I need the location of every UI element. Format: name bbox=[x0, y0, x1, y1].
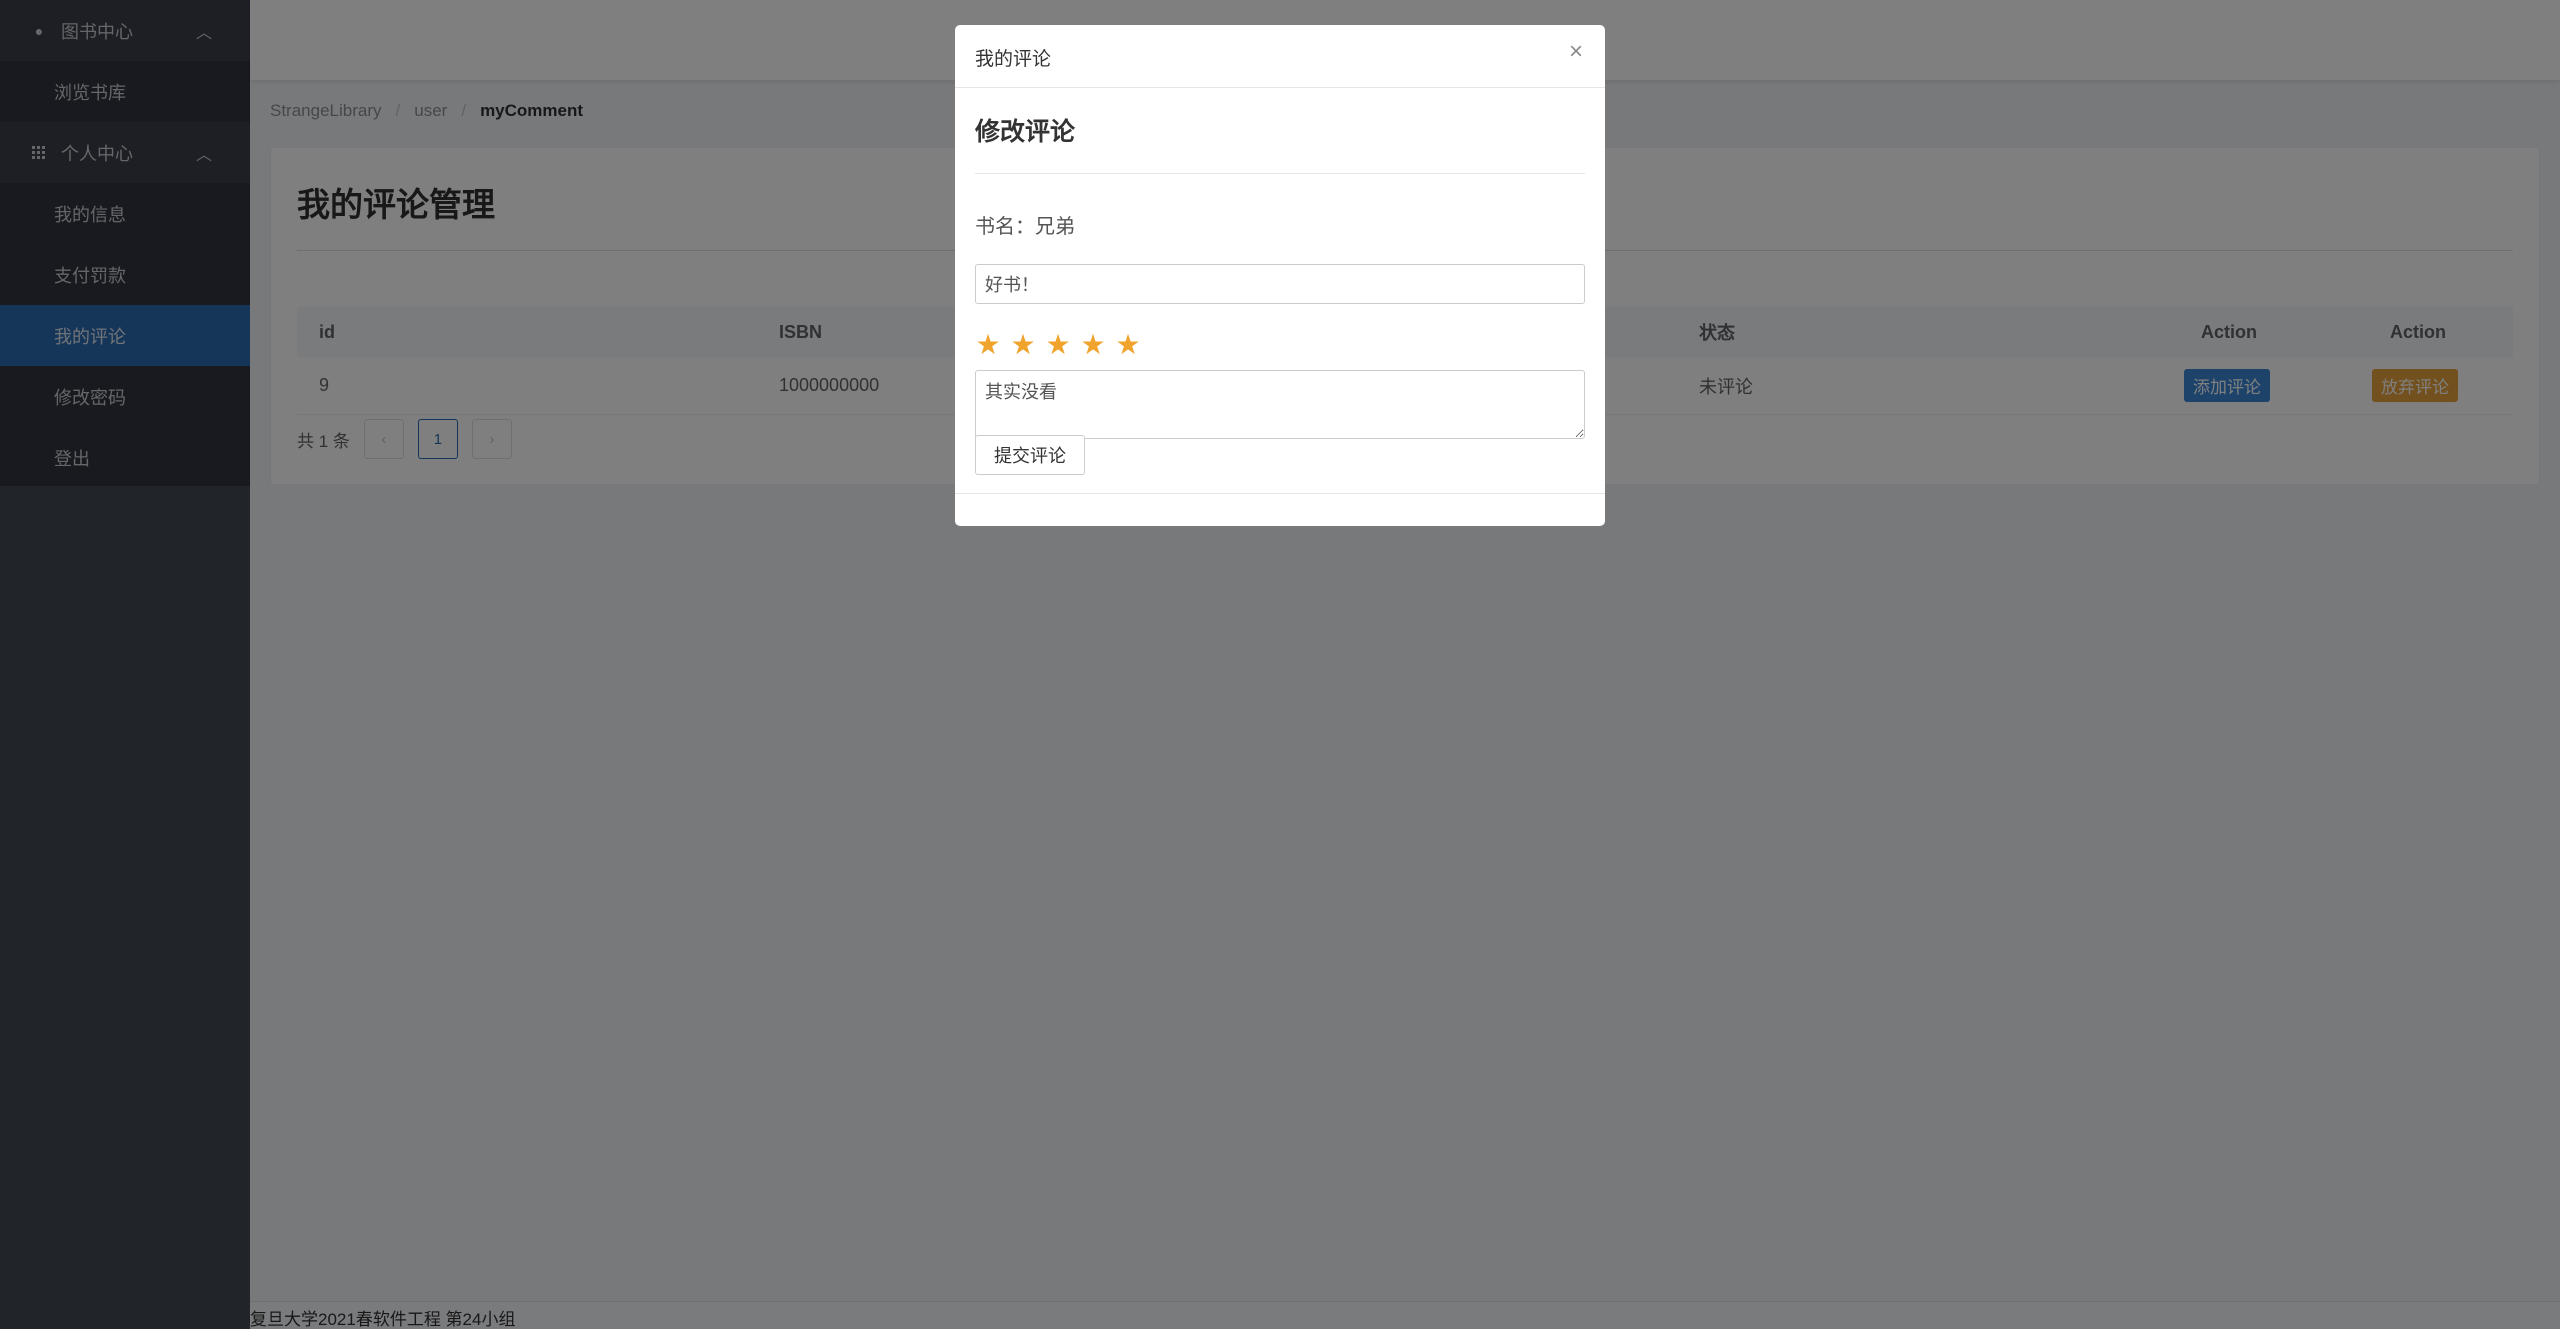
star-icon[interactable]: ★ bbox=[1010, 331, 1036, 359]
edit-comment-heading: 修改评论 bbox=[975, 118, 1076, 146]
book-name-line: 书名：兄弟 bbox=[975, 210, 1075, 239]
modal-title: 我的评论 bbox=[975, 49, 1052, 70]
book-name-value: 兄弟 bbox=[1035, 216, 1075, 238]
rating-stars: ★ ★ ★ ★ ★ bbox=[975, 331, 1141, 359]
close-icon[interactable]: × bbox=[1564, 40, 1588, 64]
star-icon[interactable]: ★ bbox=[1045, 331, 1071, 359]
divider bbox=[975, 173, 1585, 174]
comment-modal: 我的评论 × 修改评论 书名：兄弟 ★ ★ ★ ★ ★ 其实没看 提交评论 bbox=[955, 25, 1605, 526]
star-icon[interactable]: ★ bbox=[1115, 331, 1141, 359]
modal-footer bbox=[955, 493, 1605, 494]
book-name-label: 书名： bbox=[975, 216, 1035, 238]
submit-comment-button[interactable]: 提交评论 bbox=[975, 435, 1085, 475]
modal-header: 我的评论 × bbox=[955, 25, 1605, 88]
comment-title-input[interactable] bbox=[975, 264, 1585, 304]
star-icon[interactable]: ★ bbox=[1080, 331, 1106, 359]
comment-content-textarea[interactable]: 其实没看 bbox=[975, 370, 1585, 439]
star-icon[interactable]: ★ bbox=[975, 331, 1001, 359]
